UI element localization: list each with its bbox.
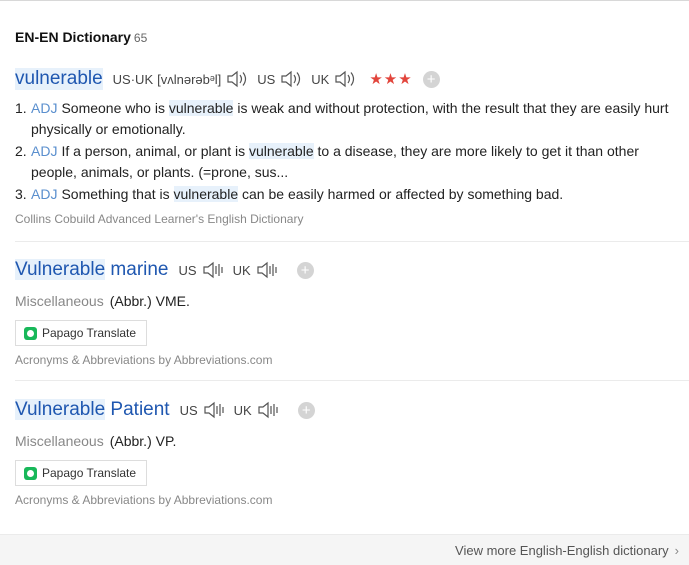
- meaning-row: Miscellaneous (Abbr.) VME.: [15, 293, 689, 309]
- uk-label: UK: [311, 71, 330, 87]
- entry-vulnerable: vulnerable US·UK [vʌlnərəbᵊl] US UK ★★★ …: [15, 66, 689, 226]
- add-wordbook-icon[interactable]: +: [296, 261, 314, 279]
- definition-text: If a person, animal, or plant is: [61, 143, 249, 159]
- meaning-row: Miscellaneous (Abbr.) VP.: [15, 433, 689, 449]
- pronunciation: US UK: [179, 260, 287, 280]
- view-more-label: View more English-English dictionary: [455, 543, 669, 558]
- definition-number: 2.: [15, 143, 27, 159]
- uk-label: UK: [232, 262, 251, 278]
- definition-item: 2. ADJ If a person, animal, or plant is v…: [15, 141, 675, 183]
- top-border: [0, 0, 689, 1]
- highlighted-term: vulnerable: [173, 186, 239, 202]
- dictionary-source[interactable]: Acronyms & Abbreviations by Abbreviation…: [15, 493, 689, 507]
- section-title: EN-EN Dictionary 65: [15, 29, 147, 45]
- papago-label: Papago Translate: [42, 466, 137, 480]
- speaker-icon-uk[interactable]: [256, 400, 280, 420]
- definition-number: 3.: [15, 186, 27, 202]
- definition-text: Someone who is: [61, 100, 169, 116]
- definition-item: 1. ADJ Someone who is vulnerable is weak …: [15, 98, 675, 140]
- headword-link[interactable]: vulnerable: [15, 68, 103, 90]
- abbreviation-text: (Abbr.) VP.: [109, 433, 177, 449]
- part-of-speech: ADJ: [31, 143, 58, 159]
- result-count: 65: [133, 31, 148, 45]
- definition-list: 1. ADJ Someone who is vulnerable is weak …: [15, 98, 675, 205]
- part-of-speech: ADJ: [31, 186, 58, 202]
- entry-vulnerable-marine: Vulnerable marine US UK + Miscellaneous …: [15, 257, 689, 367]
- pronunciation: US UK: [180, 400, 288, 420]
- papago-icon: [24, 326, 37, 340]
- us-label: US: [179, 402, 198, 418]
- speaker-icon-uk[interactable]: [333, 69, 357, 89]
- speaker-icon-us[interactable]: [202, 400, 226, 420]
- speaker-icon-uk[interactable]: [255, 260, 279, 280]
- add-wordbook-icon[interactable]: +: [422, 70, 440, 88]
- headword-highlight: Vulnerable: [15, 399, 106, 420]
- definition-text: Something that is: [61, 186, 174, 202]
- headword-row: Vulnerable marine US UK +: [15, 257, 689, 283]
- papago-label: Papago Translate: [42, 326, 137, 340]
- ipa-text: [vʌlnərəbᵊl]: [157, 71, 222, 87]
- divider: [15, 241, 689, 242]
- divider: [15, 380, 689, 381]
- view-more-link[interactable]: View more English-English dictionary ›: [455, 543, 679, 558]
- definition-number: 1.: [15, 100, 27, 116]
- section-title-text: EN-EN Dictionary: [15, 29, 131, 45]
- uk-label: UK: [233, 402, 252, 418]
- dictionary-source[interactable]: Acronyms & Abbreviations by Abbreviation…: [15, 353, 689, 367]
- headword-rest: marine: [105, 259, 169, 280]
- headword-link[interactable]: Vulnerable marine: [15, 259, 169, 281]
- highlighted-term: vulnerable: [249, 143, 314, 159]
- headword-row: Vulnerable Patient US UK +: [15, 397, 689, 423]
- pronunciation: US·UK [vʌlnərəbᵊl] US UK: [113, 69, 366, 89]
- entry-vulnerable-patient: Vulnerable Patient US UK + Miscellaneous…: [15, 397, 689, 507]
- us-label: US: [178, 262, 197, 278]
- papago-icon: [24, 466, 37, 480]
- speaker-icon-us[interactable]: [201, 260, 225, 280]
- add-wordbook-icon[interactable]: +: [297, 401, 315, 419]
- speaker-icon-us[interactable]: [279, 69, 303, 89]
- category-label: Miscellaneous: [15, 433, 104, 449]
- headword-row: vulnerable US·UK [vʌlnərəbᵊl] US UK ★★★ …: [15, 66, 689, 92]
- headword-rest: Patient: [105, 399, 170, 420]
- category-label: Miscellaneous: [15, 293, 104, 309]
- highlighted-term: vulnerable: [168, 100, 234, 116]
- star-rating: ★★★: [369, 71, 413, 88]
- definition-item: 3. ADJ Something that is vulnerable can b…: [15, 184, 675, 205]
- speaker-icon[interactable]: [225, 69, 249, 89]
- us-label: US: [257, 71, 276, 87]
- definition-text: can be easily harmed or affected by some…: [238, 186, 564, 202]
- headword-link[interactable]: Vulnerable Patient: [15, 399, 170, 421]
- footer-bar: View more English-English dictionary ›: [0, 534, 689, 565]
- headword-highlight: Vulnerable: [15, 259, 106, 280]
- part-of-speech: ADJ: [31, 100, 58, 116]
- chevron-right-icon: ›: [674, 543, 679, 558]
- papago-translate-button[interactable]: Papago Translate: [15, 320, 148, 346]
- abbreviation-text: (Abbr.) VME.: [109, 293, 190, 309]
- pron-us-uk-label: US·UK: [112, 71, 154, 87]
- dictionary-source[interactable]: Collins Cobuild Advanced Learner's Engli…: [15, 212, 689, 226]
- papago-translate-button[interactable]: Papago Translate: [15, 460, 148, 486]
